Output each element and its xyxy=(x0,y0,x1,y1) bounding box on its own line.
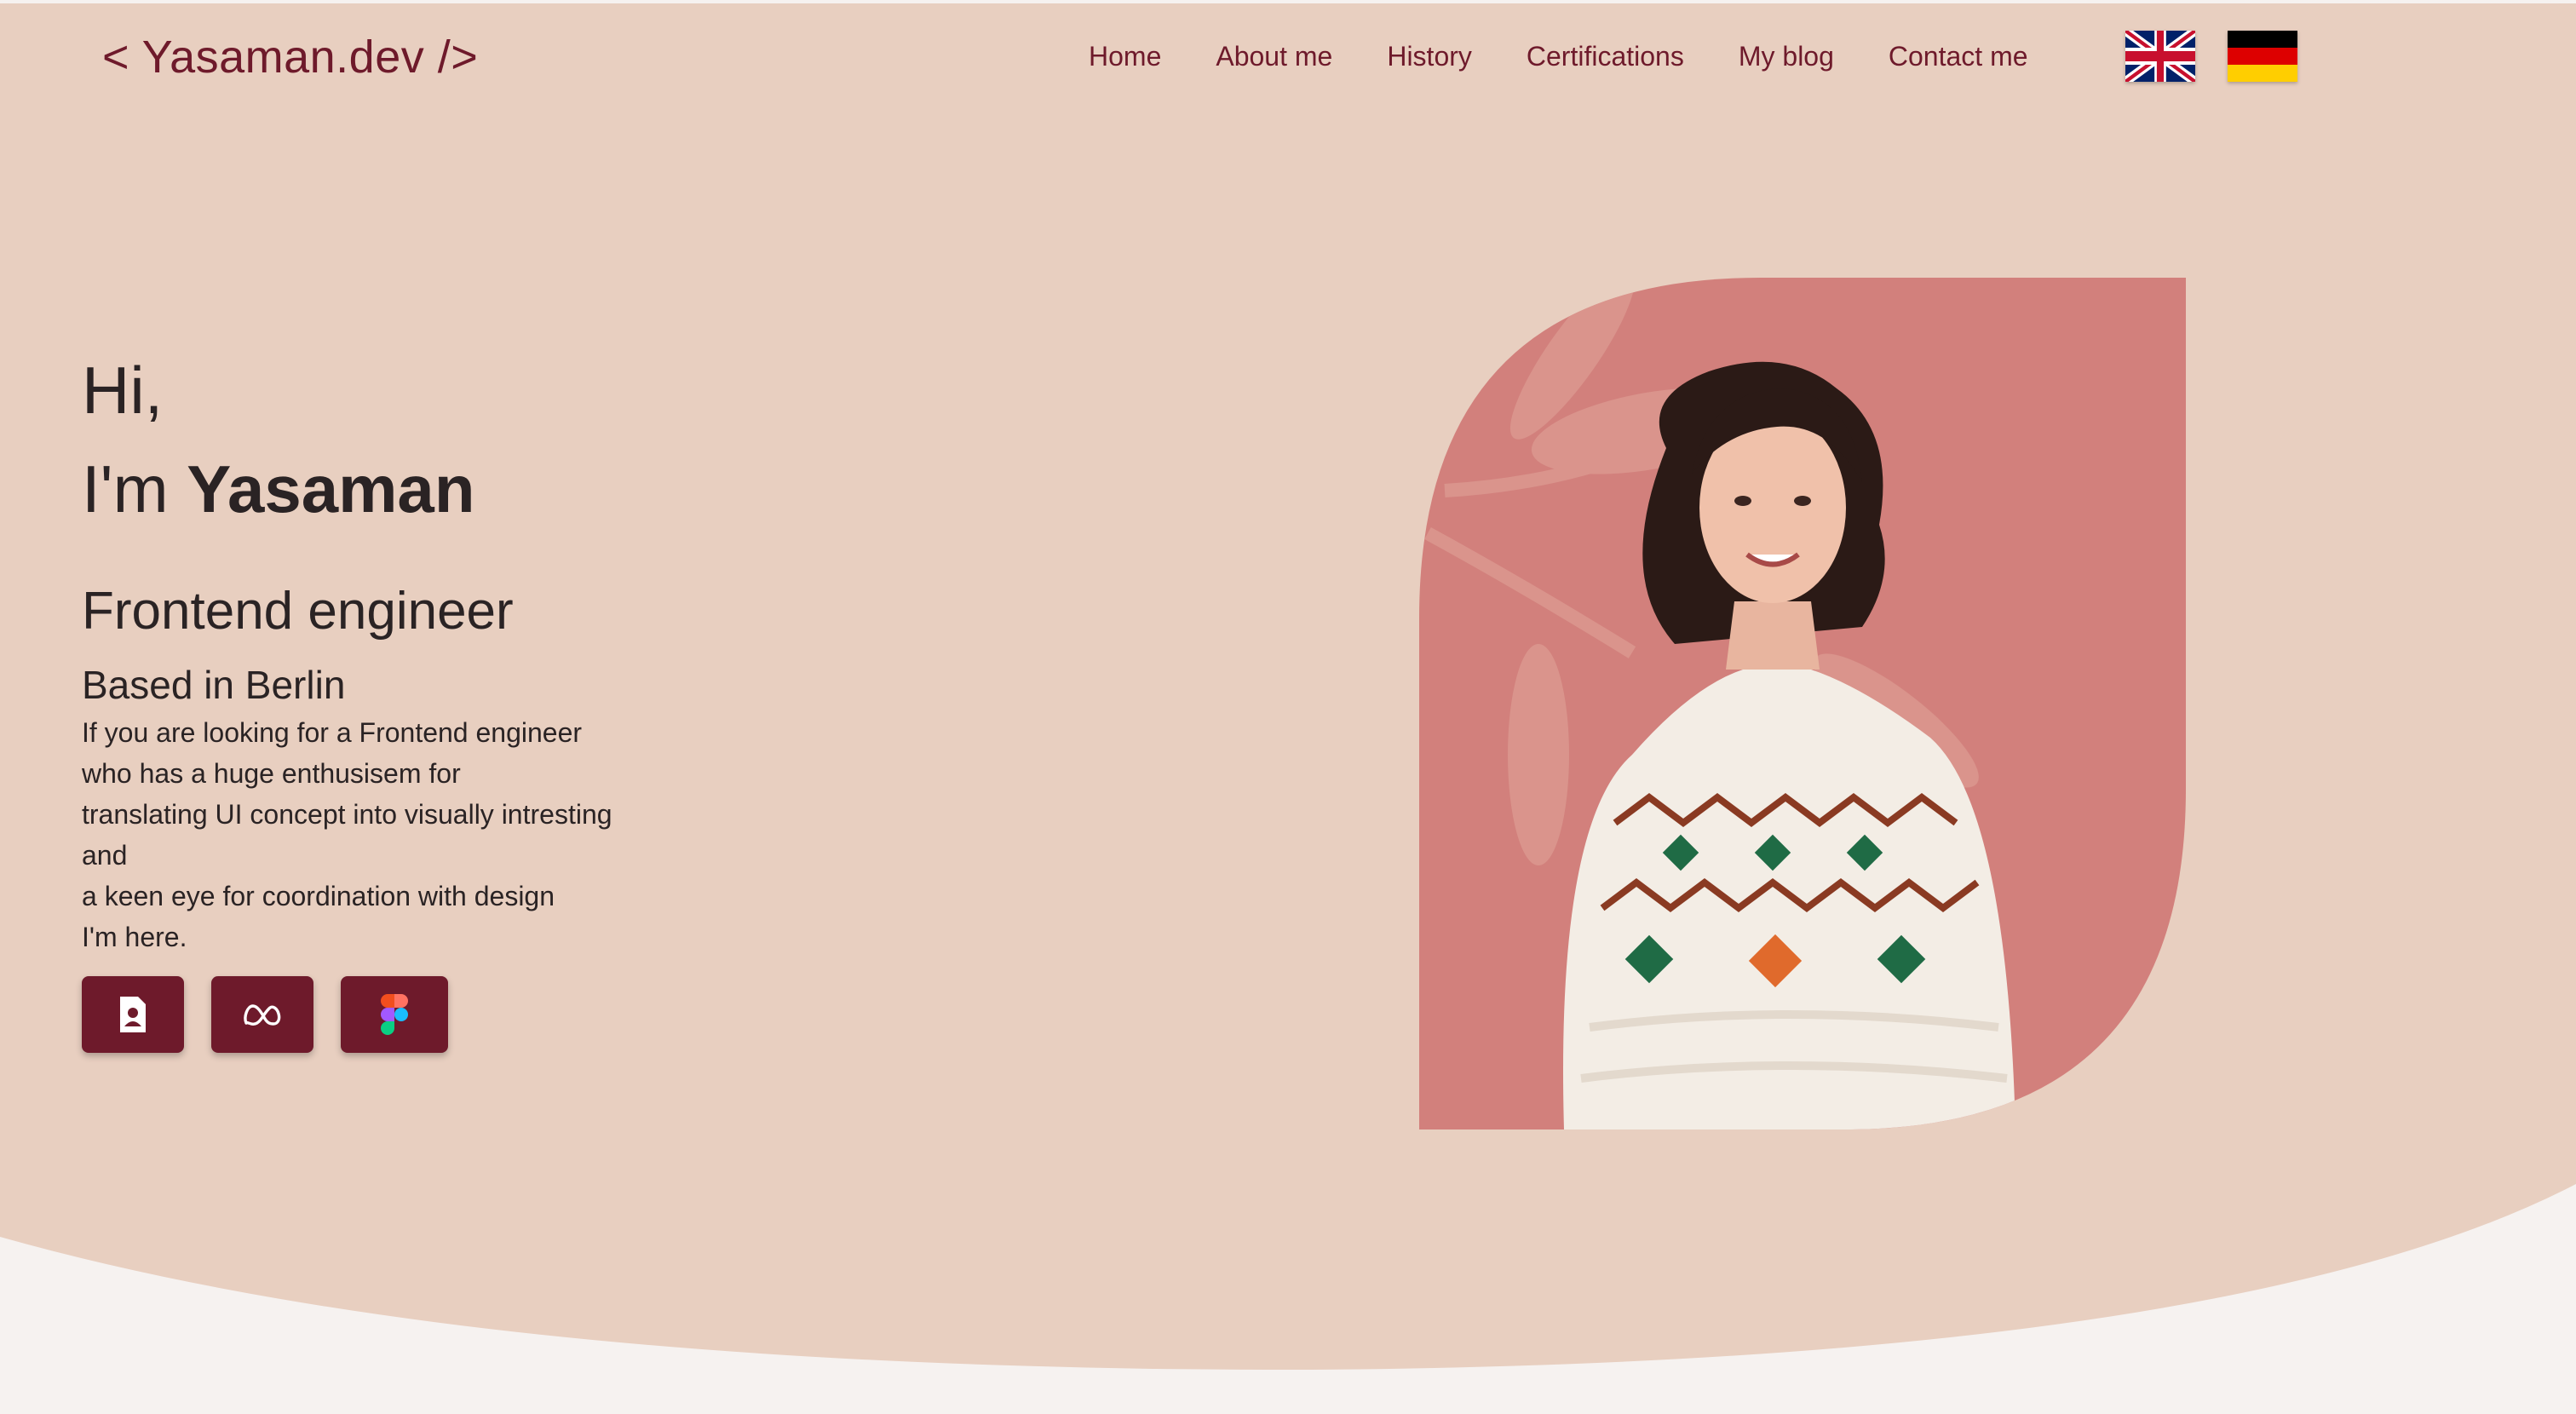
site-logo[interactable]: < Yasaman.dev /> xyxy=(102,31,478,83)
greeting: Hi, xyxy=(82,353,164,428)
figma-button[interactable] xyxy=(341,976,448,1053)
nav-my-blog[interactable]: My blog xyxy=(1739,41,1834,72)
page: < Yasaman.dev /> Home About me History C… xyxy=(0,0,2576,1414)
description-line: a keen eye for coordination with design xyxy=(82,881,555,911)
social-buttons xyxy=(82,976,448,1053)
figma-icon xyxy=(381,994,408,1035)
nav-about-me[interactable]: About me xyxy=(1216,41,1332,72)
closing-line: I'm here. xyxy=(82,922,187,952)
intro-line: I'm Yasaman xyxy=(82,440,612,538)
hero-text: Hi, I'm Yasaman Frontend engineer Based … xyxy=(82,341,612,957)
uk-flag-icon[interactable] xyxy=(2125,31,2195,82)
meta-icon xyxy=(244,1004,281,1026)
description-line: If you are looking for a Frontend engine… xyxy=(82,717,583,748)
hero-name: Yasaman xyxy=(187,451,475,526)
resume-button[interactable] xyxy=(82,976,184,1053)
job-title: Frontend engineer xyxy=(82,582,514,641)
germany-flag-icon[interactable] xyxy=(2228,31,2297,82)
meta-button[interactable] xyxy=(211,976,313,1053)
nav-certifications[interactable]: Certifications xyxy=(1527,41,1684,72)
nav-contact-me[interactable]: Contact me xyxy=(1889,41,2028,72)
location: Based in Berlin xyxy=(82,663,346,707)
nav-home[interactable]: Home xyxy=(1089,41,1161,72)
nav-history[interactable]: History xyxy=(1387,41,1472,72)
resume-icon xyxy=(120,997,146,1032)
intro-prefix: I'm xyxy=(82,451,187,526)
profile-photo xyxy=(1419,278,2186,1129)
main-nav: Home About me History Certifications My … xyxy=(1089,41,2083,72)
description-line: and xyxy=(82,840,128,871)
description-line: who has a huge enthusisem for xyxy=(82,758,461,789)
description-line: translating UI concept into visually int… xyxy=(82,799,612,830)
